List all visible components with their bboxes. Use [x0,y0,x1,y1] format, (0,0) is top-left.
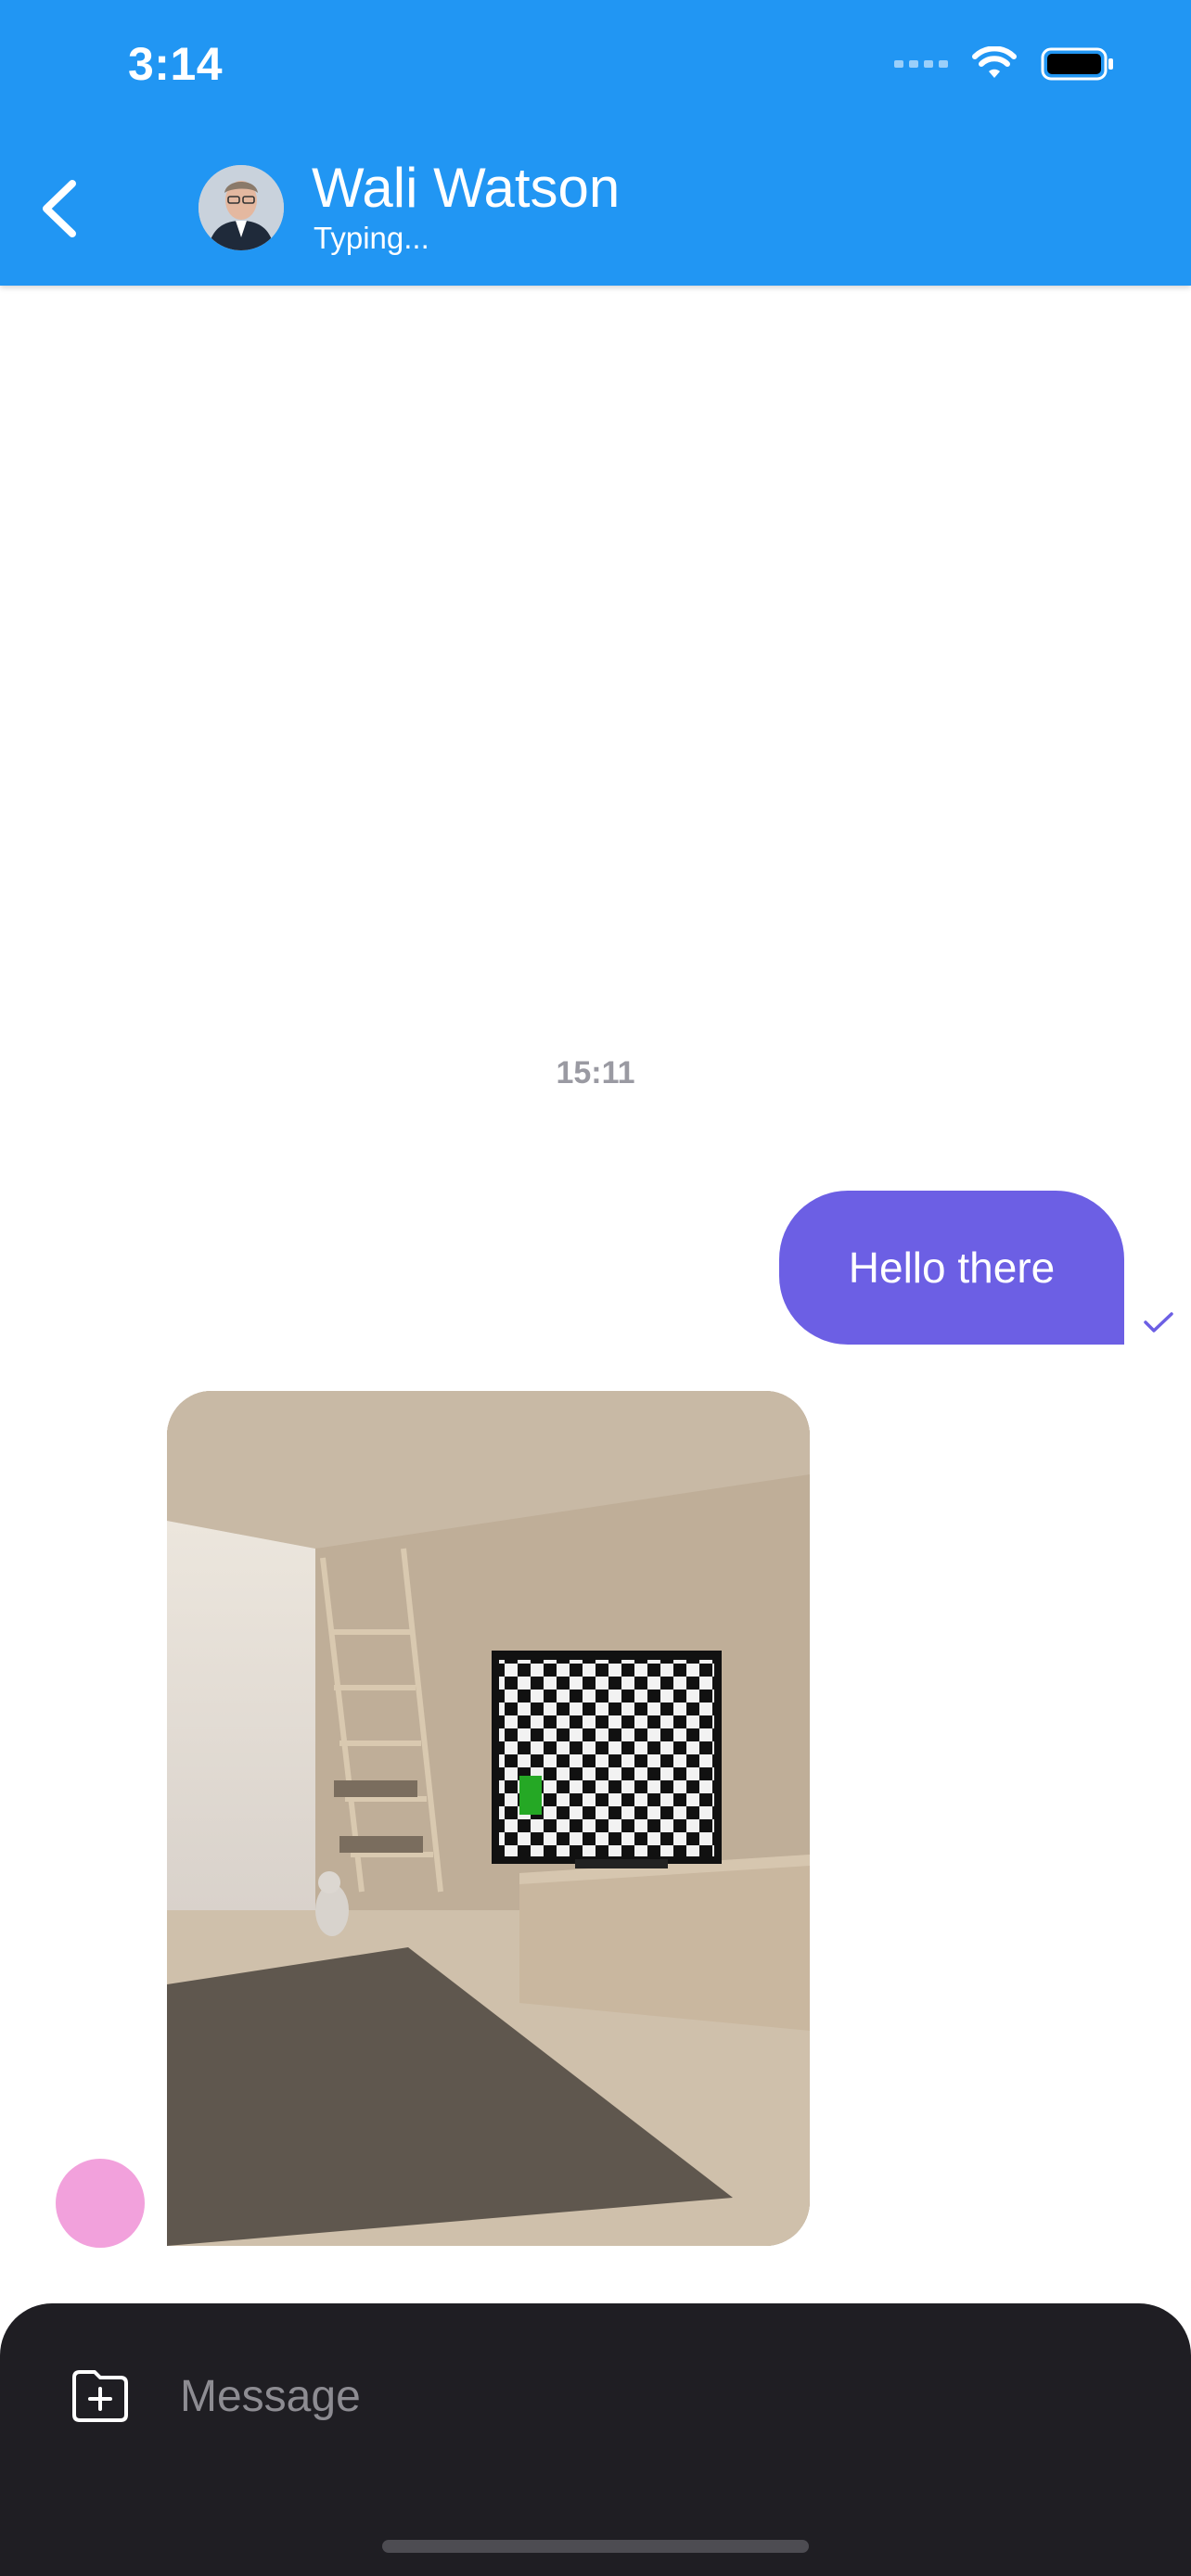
wifi-icon [972,46,1017,78]
sender-avatar[interactable] [56,2159,145,2248]
battery-icon [1041,47,1113,81]
status-icons [894,46,1115,82]
image-message[interactable] [167,1391,810,2246]
back-arrow-icon[interactable] [37,176,82,241]
sent-check-icon [1144,1312,1173,1333]
attach-folder-icon[interactable] [67,2361,134,2428]
status-time: 3:14 [128,38,224,90]
room-photo [167,1391,810,2246]
home-indicator [382,2540,809,2553]
outgoing-message-bubble[interactable]: Hello there [779,1191,1124,1345]
typing-status: Typing... [314,221,429,255]
chat-header: 3:14 Wali Watson Typing... [0,0,1191,286]
contact-name: Wali Watson [312,157,621,219]
contact-avatar[interactable] [198,165,284,250]
cellular-signal-icon [894,60,948,68]
message-input[interactable] [178,2363,1072,2429]
message-timestamp: 15:11 [556,1055,635,1090]
message-composer [0,2303,1191,2576]
outgoing-message-text: Hello there [848,1243,1056,1292]
